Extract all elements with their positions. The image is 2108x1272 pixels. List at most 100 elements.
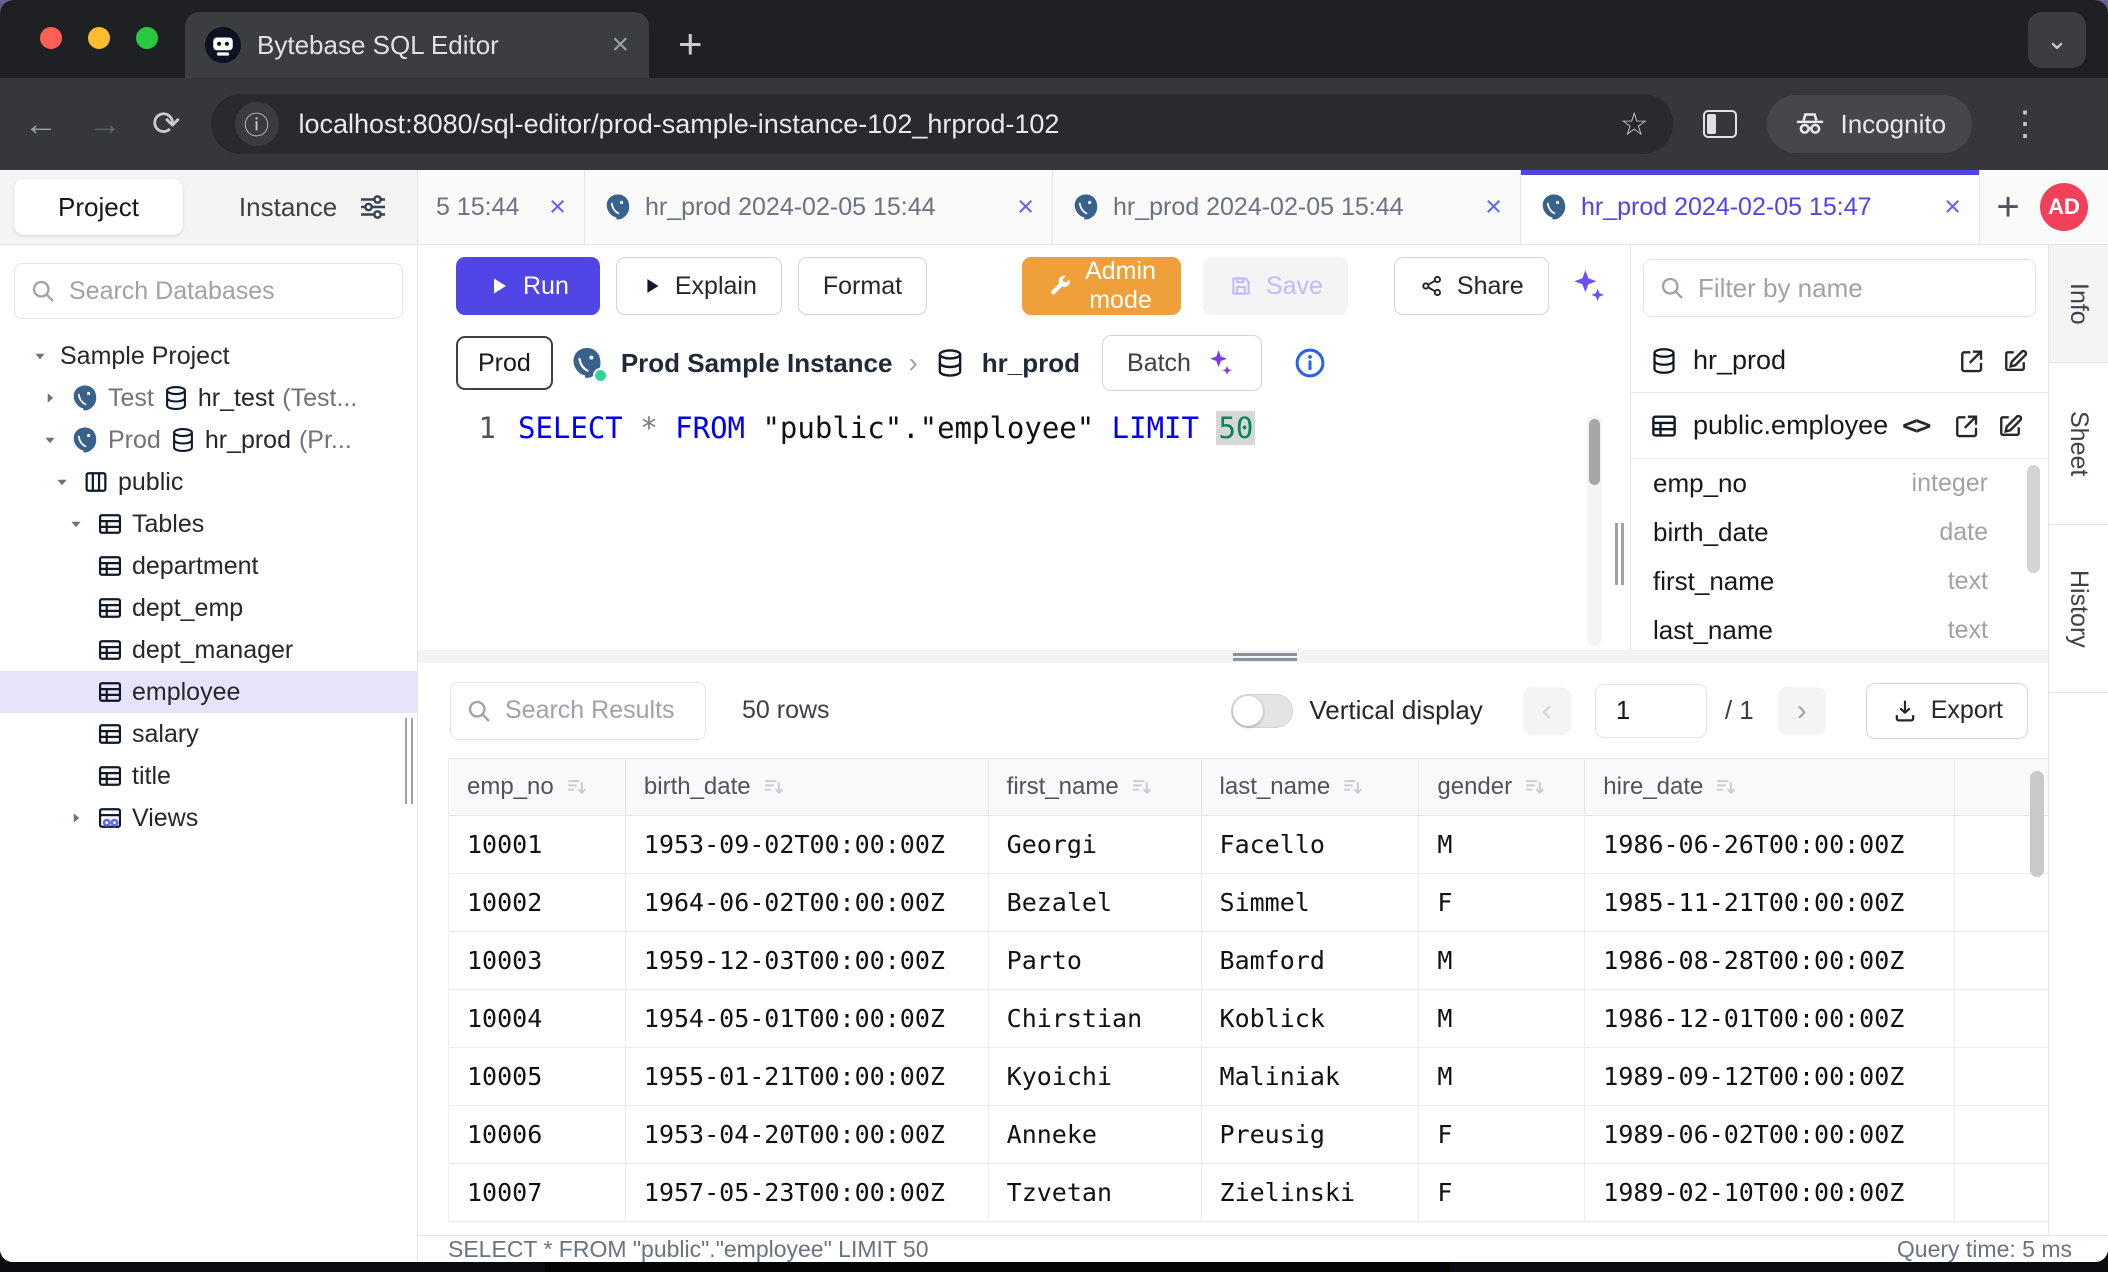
worksheet-tab[interactable]: hr_prod 2024-02-05 15:47× — [1521, 170, 1980, 244]
tree-item-title[interactable]: title — [0, 755, 417, 797]
format-button[interactable]: Format — [798, 257, 927, 315]
run-button[interactable]: Run — [456, 257, 600, 315]
window-zoom-button[interactable] — [136, 27, 158, 49]
search-results-input[interactable] — [505, 696, 691, 725]
tree-item-employee[interactable]: employee — [0, 671, 417, 713]
table-row[interactable]: 100041954-05-01T00:00:00ZChirstianKoblic… — [449, 990, 2048, 1048]
tree-label: Tables — [132, 510, 204, 539]
column-row-emp_no[interactable]: emp_nointeger — [1631, 459, 2048, 508]
tree-item-salary[interactable]: salary — [0, 713, 417, 755]
external-link-icon[interactable] — [1951, 411, 1981, 441]
editor-scrollbar[interactable] — [1587, 415, 1602, 646]
rail-tab-history[interactable]: History — [2049, 525, 2108, 693]
database-search[interactable] — [14, 263, 403, 319]
column-row-first_name[interactable]: first_nametext — [1631, 557, 2048, 606]
tab-instance[interactable]: Instance — [239, 192, 337, 223]
reload-icon[interactable]: ⟳ — [152, 104, 181, 144]
filter-by-name-input[interactable] — [1698, 273, 2021, 304]
table-cell: 10001 — [449, 816, 626, 873]
vertical-resize-handle[interactable] — [1608, 245, 1630, 650]
column-header-hire_date[interactable]: hire_date — [1585, 759, 1955, 815]
site-info-icon[interactable]: ⓘ — [235, 102, 279, 146]
table-row[interactable]: 100031959-12-03T00:00:00ZPartoBamfordM19… — [449, 932, 2048, 990]
user-avatar[interactable]: AD — [2040, 183, 2088, 231]
batch-button[interactable]: Batch — [1102, 335, 1262, 391]
worksheet-tab[interactable]: hr_prod 2024-02-05 15:44× — [1053, 170, 1521, 244]
column-header-first_name[interactable]: first_name — [989, 759, 1202, 815]
browser-tab[interactable]: Bytebase SQL Editor × — [185, 12, 649, 78]
results-search[interactable] — [450, 682, 706, 740]
table-row[interactable]: 100051955-01-21T00:00:00ZKyoichiMaliniak… — [449, 1048, 2048, 1106]
export-button[interactable]: Export — [1866, 683, 2028, 739]
tree-item-public[interactable]: public — [0, 461, 417, 503]
page-number-input[interactable] — [1595, 684, 1707, 738]
vertical-display-toggle[interactable] — [1231, 694, 1293, 728]
table-row[interactable]: 100021964-06-02T00:00:00ZBezalelSimmelF1… — [449, 874, 2048, 932]
table-row[interactable]: 100071957-05-23T00:00:00ZTzvetanZielinsk… — [449, 1164, 2048, 1222]
bookmark-star-icon[interactable]: ☆ — [1620, 105, 1649, 143]
address-bar[interactable]: ⓘ localhost:8080/sql-editor/prod-sample-… — [211, 94, 1673, 154]
worksheet-tab[interactable]: hr_prod 2024-02-05 15:44× — [585, 170, 1053, 244]
tree-item-dept-manager[interactable]: dept_manager — [0, 629, 417, 671]
browser-menu-icon[interactable]: ⋮ — [2008, 104, 2042, 144]
tree-item-prod[interactable]: Prodhr_prod(Pr... — [0, 419, 417, 461]
search-databases-input[interactable] — [69, 277, 388, 306]
sql-code-line[interactable]: 1 SELECT * FROM "public"."employee" LIMI… — [418, 411, 1608, 445]
rail-tab-info[interactable]: Info — [2049, 245, 2108, 363]
close-worksheet-icon[interactable]: × — [1017, 191, 1034, 224]
tab-project[interactable]: Project — [14, 179, 183, 235]
share-button[interactable]: Share — [1394, 257, 1549, 315]
schema-database-row[interactable]: hr_prod — [1631, 329, 2048, 393]
edit-icon[interactable] — [2000, 346, 2030, 376]
close-worksheet-icon[interactable]: × — [1944, 191, 1961, 224]
side-panel-icon[interactable] — [1703, 110, 1737, 138]
table-row[interactable]: 100011953-09-02T00:00:00ZGeorgiFacelloM1… — [449, 816, 2048, 874]
admin-mode-button[interactable]: Admin mode — [1022, 257, 1181, 315]
database-icon — [169, 426, 197, 454]
horizontal-resize-handle[interactable] — [418, 650, 2048, 663]
tree-item-dept-emp[interactable]: dept_emp — [0, 587, 417, 629]
save-button[interactable]: Save — [1203, 257, 1348, 315]
column-header-emp_no[interactable]: emp_no — [449, 759, 626, 815]
instance-name[interactable]: Prod Sample Instance — [621, 348, 893, 379]
new-worksheet-button[interactable]: + — [1980, 170, 2036, 244]
explain-button[interactable]: Explain — [616, 257, 782, 315]
edit-icon[interactable] — [1995, 411, 2025, 441]
table-row[interactable]: 100061953-04-20T00:00:00ZAnnekePreusigF1… — [449, 1106, 2048, 1164]
external-link-icon[interactable] — [1956, 346, 1986, 376]
tree-item-test[interactable]: Testhr_test(Test... — [0, 377, 417, 419]
window-close-button[interactable] — [40, 27, 62, 49]
schema-filter[interactable] — [1643, 259, 2036, 317]
window-minimize-button[interactable] — [88, 27, 110, 49]
tree-item-department[interactable]: department — [0, 545, 417, 587]
column-row-last_name[interactable]: last_nametext — [1631, 606, 2048, 650]
column-row-birth_date[interactable]: birth_datedate — [1631, 508, 2048, 557]
tree-item-views[interactable]: Views — [0, 797, 417, 839]
column-header-gender[interactable]: gender — [1419, 759, 1585, 815]
prev-page-button[interactable]: ‹ — [1523, 687, 1571, 735]
schema-table-row[interactable]: public.employee <> — [1631, 393, 2048, 459]
column-list-scrollbar[interactable] — [2027, 465, 2040, 573]
results-scrollbar[interactable] — [2030, 771, 2044, 877]
tree-item-sample-project[interactable]: Sample Project — [0, 335, 417, 377]
column-header-last_name[interactable]: last_name — [1202, 759, 1420, 815]
tab-search-button[interactable]: ⌄ — [2028, 12, 2086, 68]
forward-icon[interactable]: → — [88, 105, 122, 144]
rail-tab-sheet[interactable]: Sheet — [2049, 363, 2108, 525]
new-browser-tab-button[interactable]: + — [678, 20, 703, 68]
status-bar: SELECT * FROM "public"."employee" LIMIT … — [418, 1235, 2108, 1262]
ai-sparkle-icon[interactable] — [1567, 265, 1608, 307]
database-name[interactable]: hr_prod — [982, 348, 1080, 379]
tree-label: Views — [132, 804, 198, 833]
info-circle-icon[interactable] — [1292, 345, 1328, 381]
code-icon[interactable]: <> — [1902, 411, 1929, 441]
column-header-birth_date[interactable]: birth_date — [626, 759, 989, 815]
worksheet-tab[interactable]: 5 15:44× — [418, 170, 585, 244]
close-worksheet-icon[interactable]: × — [1485, 191, 1502, 224]
back-icon[interactable]: ← — [24, 105, 58, 144]
next-page-button[interactable]: › — [1778, 687, 1826, 735]
tree-item-tables[interactable]: Tables — [0, 503, 417, 545]
close-worksheet-icon[interactable]: × — [549, 191, 566, 224]
filter-settings-icon[interactable] — [355, 189, 391, 225]
browser-tab-close-icon[interactable]: × — [611, 30, 629, 60]
